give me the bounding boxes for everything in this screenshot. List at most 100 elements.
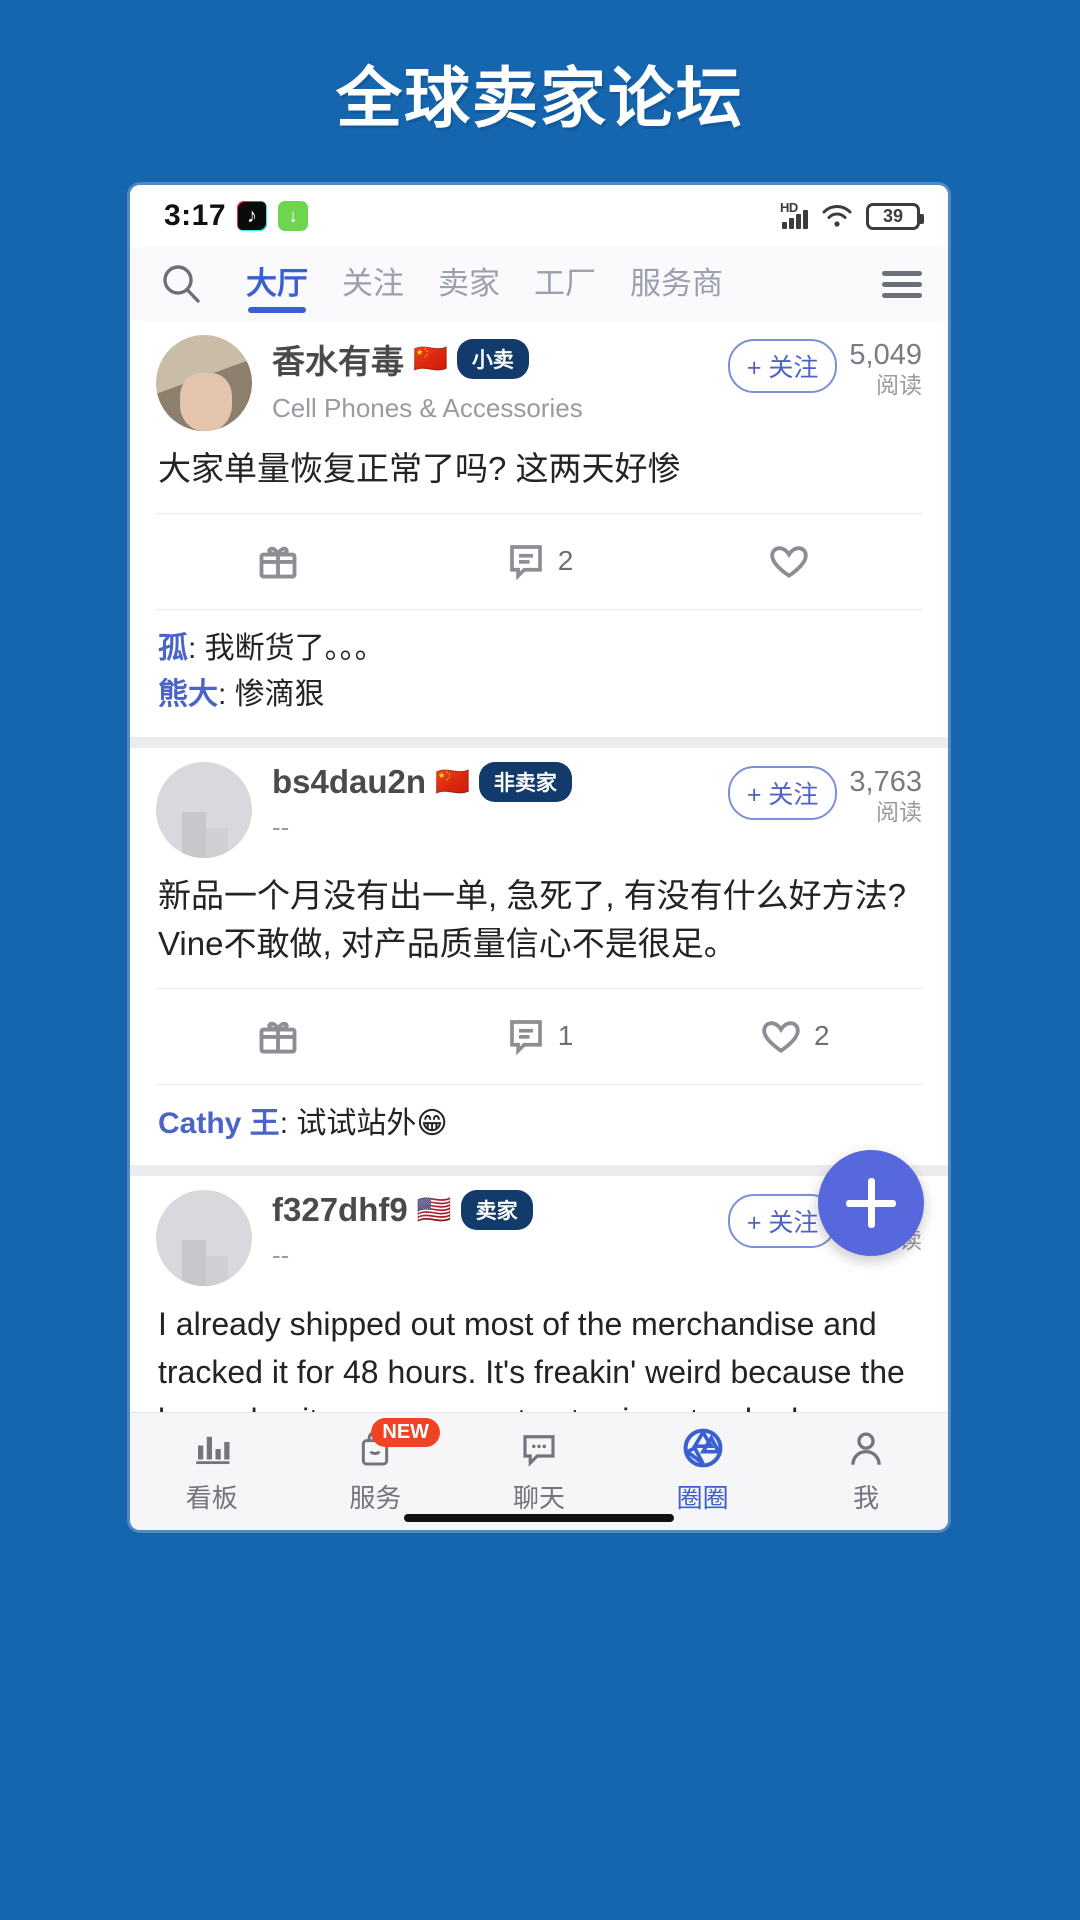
tab-following[interactable]: 关注 <box>342 258 404 311</box>
battery-indicator: 39 <box>866 202 924 230</box>
comment-button[interactable]: 1 <box>411 1015 666 1057</box>
read-count-label: 阅读 <box>876 372 922 399</box>
author-role-badge: 非卖家 <box>478 761 572 802</box>
comment-author[interactable]: Cathy 王 <box>158 1107 280 1140</box>
author-username[interactable]: f327dhf9 <box>272 1191 408 1229</box>
post-author-info: bs4dau2n 🇨🇳 非卖家 -- <box>252 761 728 843</box>
avatar[interactable] <box>156 1190 252 1287</box>
comment-text: 惨滴狠 <box>234 678 325 712</box>
gift-icon <box>259 547 297 579</box>
author-username[interactable]: bs4dau2n <box>272 763 426 801</box>
signal-bars-icon: HD <box>780 200 808 229</box>
download-icon: ↓ <box>278 201 309 231</box>
comment-count: 2 <box>557 545 574 577</box>
author-subtitle: -- <box>272 1240 290 1271</box>
new-badge: NEW <box>371 1418 441 1447</box>
country-flag-icon: 🇺🇸 <box>416 1194 452 1226</box>
author-subtitle: -- <box>272 811 290 842</box>
wifi-icon <box>822 205 852 227</box>
heart-icon <box>770 546 808 579</box>
comment-list: 孤: 我断货了。。。 熊大: 惨滴狠 <box>156 608 922 737</box>
post-header-right: + 关注 3,763 阅读 <box>727 762 922 826</box>
tab-sellers[interactable]: 卖家 <box>438 258 500 311</box>
comment-list: Cathy 王: 试试站外😁 <box>156 1083 922 1166</box>
tab-factories[interactable]: 工厂 <box>534 258 596 311</box>
home-indicator <box>404 1514 674 1522</box>
author-name-row: 香水有毒 🇨🇳 小卖 <box>272 335 728 383</box>
comment-icon <box>509 1020 542 1056</box>
country-flag-icon: 🇨🇳 <box>413 343 448 374</box>
post-header: f327dhf9 🇺🇸 卖家 -- + 关注 3,614 阅读 <box>156 1176 922 1287</box>
heart-icon <box>762 1021 800 1053</box>
author-username[interactable]: 香水有毒 <box>272 335 404 383</box>
comment-icon <box>509 545 542 581</box>
create-post-button[interactable] <box>818 1150 924 1256</box>
comment-text: 我断货了。。。 <box>204 631 385 665</box>
like-button[interactable]: 2 <box>667 1014 922 1058</box>
page-title: 全球卖家论坛 <box>336 60 744 135</box>
comment-author[interactable]: 孤 <box>158 632 188 665</box>
chat-bubble-icon <box>517 1424 561 1470</box>
country-flag-icon: 🇨🇳 <box>435 765 470 797</box>
author-name-row: bs4dau2n 🇨🇳 非卖家 <box>272 761 728 802</box>
search-icon[interactable] <box>158 260 206 308</box>
post-text: I already shipped out most of the mercha… <box>158 1306 905 1412</box>
bottom-nav-item-dashboard[interactable]: 看板 <box>130 1424 294 1515</box>
author-name-row: f327dhf9 🇺🇸 卖家 <box>272 1190 728 1231</box>
like-count: 2 <box>814 1020 830 1052</box>
tab-service-providers[interactable]: 服务商 <box>630 258 723 311</box>
status-bar-right: HD 39 <box>780 200 924 230</box>
comment-text: 试试站外😁 <box>296 1106 448 1140</box>
post-item[interactable]: 香水有毒 🇨🇳 小卖 Cell Phones & Accessories + 关… <box>130 321 948 737</box>
bottom-nav-item-services[interactable]: NEW 服务 <box>294 1418 458 1515</box>
tab-dating[interactable]: 大厅 <box>246 258 308 313</box>
post-header: 香水有毒 🇨🇳 小卖 Cell Phones & Accessories + 关… <box>156 321 922 431</box>
status-bar-left: 3:17 ♪ ↓ <box>164 199 309 233</box>
hamburger-menu-icon[interactable] <box>882 270 922 298</box>
post-feed[interactable]: 香水有毒 🇨🇳 小卖 Cell Phones & Accessories + 关… <box>130 321 948 1412</box>
follow-button[interactable]: + 关注 <box>727 339 838 393</box>
status-time: 3:17 <box>164 199 227 232</box>
nav-tab-list: 大厅 关注 卖家 工厂 服务商 <box>246 258 876 313</box>
comment-item[interactable]: 孤: 我断货了。。。 <box>158 626 920 673</box>
shopping-bag-icon: NEW <box>355 1418 441 1470</box>
person-icon <box>845 1424 887 1470</box>
read-count-label: 阅读 <box>876 799 922 826</box>
comment-count: 1 <box>557 1020 574 1052</box>
hd-label: HD <box>780 200 798 215</box>
comment-author[interactable]: 熊大 <box>158 678 218 711</box>
tiktok-icon: ♪ <box>237 201 268 231</box>
post-author-info: 香水有毒 🇨🇳 小卖 Cell Phones & Accessories <box>252 335 728 424</box>
bottom-nav-label: 我 <box>853 1483 880 1513</box>
bottom-nav-item-me[interactable]: 我 <box>784 1424 948 1515</box>
comment-item[interactable]: 熊大: 惨滴狠 <box>158 672 920 719</box>
gift-button[interactable] <box>156 539 411 583</box>
bottom-nav-label: 聊天 <box>512 1483 565 1513</box>
comment-item[interactable]: Cathy 王: 试试站外😁 <box>158 1101 920 1148</box>
read-count: 3,763 阅读 <box>849 766 922 826</box>
aperture-icon <box>680 1424 726 1470</box>
post-item[interactable]: bs4dau2n 🇨🇳 非卖家 -- + 关注 3,763 阅读 新品一个月没有… <box>130 747 948 1166</box>
follow-button[interactable]: + 关注 <box>727 765 838 820</box>
status-bar: 3:17 ♪ ↓ HD 39 <box>130 185 948 247</box>
bar-chart-icon <box>190 1424 234 1470</box>
post-author-info: f327dhf9 🇺🇸 卖家 -- <box>252 1190 728 1271</box>
author-role-badge: 小卖 <box>456 339 529 379</box>
banner: 全球卖家论坛 <box>0 0 1080 185</box>
author-role-badge: 卖家 <box>460 1190 533 1231</box>
avatar[interactable] <box>156 335 252 431</box>
top-navigation: 大厅 关注 卖家 工厂 服务商 <box>130 247 948 321</box>
avatar[interactable] <box>156 761 252 858</box>
phone-frame: 3:17 ♪ ↓ HD 39 大厅 关注 卖家 工厂 服务商 香水有毒 🇨🇳 小… <box>130 185 948 1530</box>
read-count-number: 3,763 <box>849 765 922 798</box>
bottom-nav-item-chat[interactable]: 聊天 <box>457 1424 621 1515</box>
comment-button[interactable]: 2 <box>411 540 666 582</box>
read-count: 5,049 阅读 <box>849 339 922 399</box>
like-button[interactable] <box>667 539 922 583</box>
author-subtitle: Cell Phones & Accessories <box>272 393 583 423</box>
gift-button[interactable] <box>156 1014 411 1058</box>
post-header: bs4dau2n 🇨🇳 非卖家 -- + 关注 3,763 阅读 <box>156 748 922 858</box>
post-text: 大家单量恢复正常了吗? 这两天好惨 <box>158 450 681 487</box>
bottom-navigation: 看板 NEW 服务 聊天 圈圈 我 <box>130 1412 948 1530</box>
bottom-nav-item-circle[interactable]: 圈圈 <box>621 1424 785 1515</box>
